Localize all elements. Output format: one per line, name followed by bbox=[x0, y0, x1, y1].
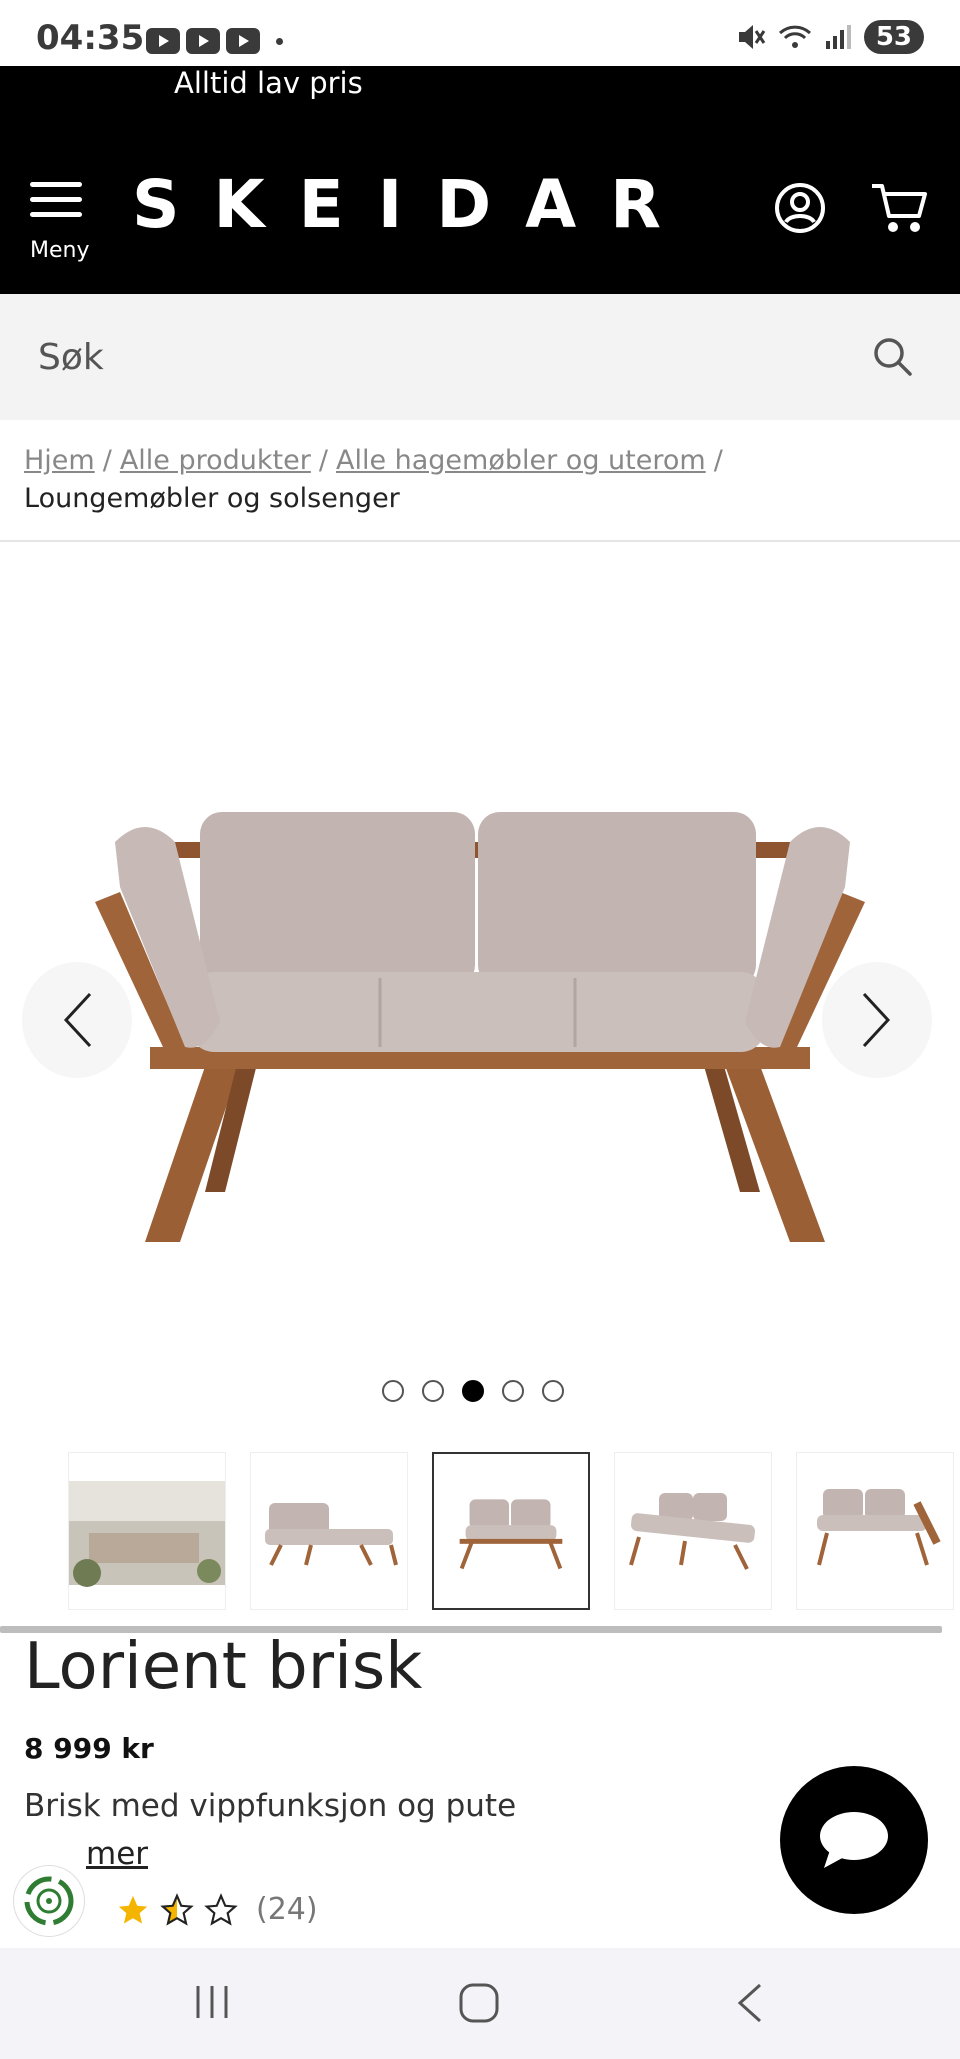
thumbnail-4[interactable] bbox=[614, 1452, 772, 1610]
site-logo[interactable]: SKEIDAR bbox=[132, 166, 695, 243]
wifi-icon bbox=[778, 25, 811, 48]
carousel-dots bbox=[382, 1380, 564, 1402]
read-more-link[interactable]: mer bbox=[86, 1836, 148, 1872]
eco-badge[interactable] bbox=[14, 1866, 84, 1936]
site-header: Alltid lav pris Meny SKEIDAR bbox=[0, 66, 960, 294]
chevron-left-icon bbox=[63, 992, 92, 1048]
thumbnail-1[interactable] bbox=[68, 1452, 226, 1610]
product-gallery bbox=[0, 542, 960, 1422]
product-image[interactable] bbox=[0, 542, 960, 1362]
breadcrumb: Hjem / Alle produkter / Alle hagemøbler og u… bbox=[24, 442, 924, 518]
menu-label: Meny bbox=[30, 238, 90, 263]
thumbnail-3-active[interactable] bbox=[432, 1452, 590, 1610]
system-status: 53 bbox=[736, 20, 924, 54]
status-time: 04:35 bbox=[36, 18, 145, 58]
breadcrumb-link-home[interactable]: Hjem bbox=[24, 445, 95, 476]
breadcrumb-current: Loungemøbler og solsenger bbox=[24, 483, 400, 514]
thumbnail-2[interactable] bbox=[250, 1452, 408, 1610]
youtube-notification-icon bbox=[146, 28, 180, 54]
search-icon[interactable] bbox=[872, 336, 914, 378]
rating-count: (24) bbox=[256, 1892, 318, 1927]
thumbnail-5[interactable] bbox=[796, 1452, 954, 1610]
chevron-right-icon bbox=[862, 992, 891, 1048]
breadcrumb-link-all-products[interactable]: Alle produkter bbox=[120, 445, 311, 476]
back-icon[interactable] bbox=[734, 1982, 764, 2024]
home-icon[interactable] bbox=[458, 1982, 500, 2024]
breadcrumb-link-garden-furniture[interactable]: Alle hagemøbler og uterom bbox=[336, 445, 706, 476]
signal-icon bbox=[825, 25, 851, 49]
system-navigation-bar bbox=[0, 1948, 960, 2059]
carousel-dot[interactable] bbox=[422, 1380, 444, 1402]
star-icon bbox=[118, 1895, 148, 1923]
account-icon[interactable] bbox=[774, 182, 826, 234]
star-half-icon bbox=[160, 1892, 194, 1926]
chat-icon bbox=[820, 1812, 888, 1868]
breadcrumb-separator: / bbox=[102, 445, 112, 476]
product-description: Brisk med vippfunksjon og pute bbox=[24, 1788, 517, 1824]
next-image-button[interactable] bbox=[822, 962, 932, 1078]
search-input[interactable] bbox=[36, 330, 820, 384]
carousel-dot[interactable] bbox=[382, 1380, 404, 1402]
product-price: 8 999 kr bbox=[24, 1732, 154, 1765]
search-bar bbox=[0, 294, 960, 420]
carousel-dot[interactable] bbox=[502, 1380, 524, 1402]
cart-icon[interactable] bbox=[870, 180, 930, 236]
battery-indicator: 53 bbox=[863, 20, 924, 54]
menu-button[interactable] bbox=[30, 182, 88, 227]
status-bar: 04:35 53 bbox=[0, 0, 960, 66]
star-empty-icon bbox=[204, 1892, 238, 1926]
breadcrumb-separator: / bbox=[713, 445, 723, 476]
youtube-notification-icon bbox=[226, 28, 260, 54]
product-rating[interactable]: (24) bbox=[116, 1892, 318, 1927]
mute-icon bbox=[738, 25, 766, 49]
eco-icon bbox=[24, 1876, 74, 1926]
thumbnail-strip bbox=[68, 1452, 954, 1610]
youtube-notification-icon bbox=[186, 28, 220, 54]
previous-image-button[interactable] bbox=[22, 962, 132, 1078]
menu-icon bbox=[30, 182, 88, 217]
product-title: Lorient brisk bbox=[24, 1630, 423, 1704]
chat-button[interactable] bbox=[780, 1766, 928, 1914]
breadcrumb-separator: / bbox=[318, 445, 328, 476]
carousel-dot-active[interactable] bbox=[462, 1380, 484, 1402]
carousel-dot[interactable] bbox=[542, 1380, 564, 1402]
promo-banner: Alltid lav pris bbox=[174, 66, 363, 100]
recent-apps-icon[interactable] bbox=[194, 1984, 230, 2020]
notification-icons bbox=[146, 28, 283, 54]
more-notifications-icon bbox=[276, 37, 283, 45]
